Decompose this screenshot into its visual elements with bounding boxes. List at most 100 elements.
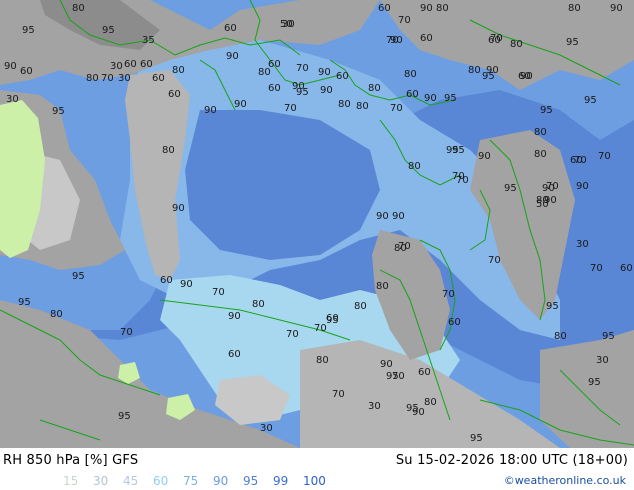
contour-label: 60 — [160, 275, 173, 286]
legend-item-95: 95 — [243, 474, 259, 488]
contour-label: 60 — [448, 317, 461, 328]
contour-label: 80 — [468, 65, 481, 76]
contour-label: 80 — [554, 331, 567, 342]
contour-label: 30 — [576, 239, 589, 250]
contour-label: 90 — [234, 99, 247, 110]
contour-label: 90 — [320, 85, 333, 96]
contour-label: 90 — [180, 279, 193, 290]
contour-label: 95 — [546, 301, 559, 312]
land-southeast — [540, 330, 634, 448]
contour-label: 90 — [420, 3, 433, 14]
contour-label: 30 — [282, 19, 295, 30]
weather-map: 80 95 95 35 30 60 60 30 80 95 30 60 80 90 90 60 70 90 60 50… — [0, 0, 634, 448]
map-canvas — [0, 0, 634, 448]
contour-label: 60 — [152, 73, 165, 84]
contour-label: 95 — [22, 25, 35, 36]
contour-label: 95 — [470, 433, 483, 444]
contour-label: 70 — [120, 327, 133, 338]
legend-item-45: 45 — [123, 474, 139, 488]
contour-label: 60 — [20, 66, 33, 77]
contour-label: 90 — [412, 407, 425, 418]
contour-label: 80 — [424, 397, 437, 408]
legend-item-99: 99 — [273, 474, 289, 488]
contour-label: 60 — [570, 155, 583, 166]
contour-label: 70 — [598, 151, 611, 162]
contour-label: 70 — [488, 255, 501, 266]
contour-label: 70 — [296, 63, 309, 74]
contour-label: 80 — [72, 3, 85, 14]
contour-label: 80 — [316, 355, 329, 366]
contour-label: 95 — [452, 145, 465, 156]
contour-label: 30 — [110, 61, 123, 72]
contour-label: 70 — [398, 241, 411, 252]
contour-label: 60 — [406, 89, 419, 100]
contour-label: 60 — [224, 23, 237, 34]
contour-label: 30 — [118, 73, 131, 84]
contour-label: 80 — [338, 99, 351, 110]
contour-label: 80 — [534, 149, 547, 160]
contour-label: 90 — [544, 195, 557, 206]
contour-label: 80 — [436, 3, 449, 14]
map-footer: RH 850 hPa [%] GFS Su 15-02-2026 18:00 U… — [0, 448, 634, 490]
legend-item-75: 75 — [183, 474, 199, 488]
contour-label: 60 — [124, 59, 137, 70]
contour-label: 90 — [4, 61, 17, 72]
contour-label: 90 — [610, 3, 623, 14]
contour-label: 95 — [102, 25, 115, 36]
contour-label: 70 — [212, 287, 225, 298]
contour-label: 95 — [602, 331, 615, 342]
contour-label: 90 — [576, 181, 589, 192]
contour-label: 90 — [226, 51, 239, 62]
color-legend: 15 30 45 60 75 90 95 99 100 — [63, 474, 333, 488]
map-datetime: Su 15-02-2026 18:00 UTC (18+00) — [395, 453, 628, 468]
contour-label: 80 — [404, 69, 417, 80]
contour-label: 80 — [568, 3, 581, 14]
legend-item-60: 60 — [153, 474, 169, 488]
contour-label: 95 — [588, 377, 601, 388]
contour-label: 35 — [142, 35, 155, 46]
contour-label: 60 — [418, 367, 431, 378]
contour-label: 95 — [72, 271, 85, 282]
contour-label: 70 — [286, 329, 299, 340]
contour-label: 80 — [376, 281, 389, 292]
contour-label: 90 — [172, 203, 185, 214]
contour-label: 60 — [518, 71, 531, 82]
contour-label: 70 — [456, 175, 469, 186]
legend-item-100: 100 — [303, 474, 326, 488]
contour-label: 70 — [314, 323, 327, 334]
contour-label: 80 — [510, 39, 523, 50]
contour-label: 70 — [386, 35, 399, 46]
contour-label: 95 — [118, 411, 131, 422]
contour-label: 95 — [18, 297, 31, 308]
contour-label: 60 — [268, 83, 281, 94]
contour-label: 70 — [390, 103, 403, 114]
credit-link[interactable]: ©weatheronline.co.uk — [504, 474, 626, 487]
legend-item-15: 15 — [63, 474, 79, 488]
contour-label: 80 — [408, 161, 421, 172]
contour-label: 80 — [368, 83, 381, 94]
contour-label: 60 — [228, 349, 241, 360]
legend-item-30: 30 — [93, 474, 109, 488]
contour-label: 70 — [332, 389, 345, 400]
contour-label: 30 — [596, 355, 609, 366]
contour-label: 90 — [380, 359, 393, 370]
contour-label: 60 — [326, 313, 339, 324]
contour-label: 90 — [392, 211, 405, 222]
contour-label: 95 — [386, 371, 399, 382]
contour-label: 60 — [378, 3, 391, 14]
contour-label: 90 — [318, 67, 331, 78]
contour-label: 60 — [488, 35, 501, 46]
contour-label: 95 — [504, 183, 517, 194]
contour-label: 70 — [398, 15, 411, 26]
contour-label: 80 — [354, 301, 367, 312]
contour-label: 70 — [546, 181, 559, 192]
contour-label: 80 — [50, 309, 63, 320]
contour-label: 80 — [86, 73, 99, 84]
contour-label: 95 — [296, 87, 309, 98]
contour-label: 80 — [252, 299, 265, 310]
map-title: RH 850 hPa [%] GFS — [3, 453, 139, 468]
contour-label: 70 — [590, 263, 603, 274]
contour-label: 30 — [368, 401, 381, 412]
contour-label: 70 — [284, 103, 297, 114]
contour-label: 30 — [260, 423, 273, 434]
